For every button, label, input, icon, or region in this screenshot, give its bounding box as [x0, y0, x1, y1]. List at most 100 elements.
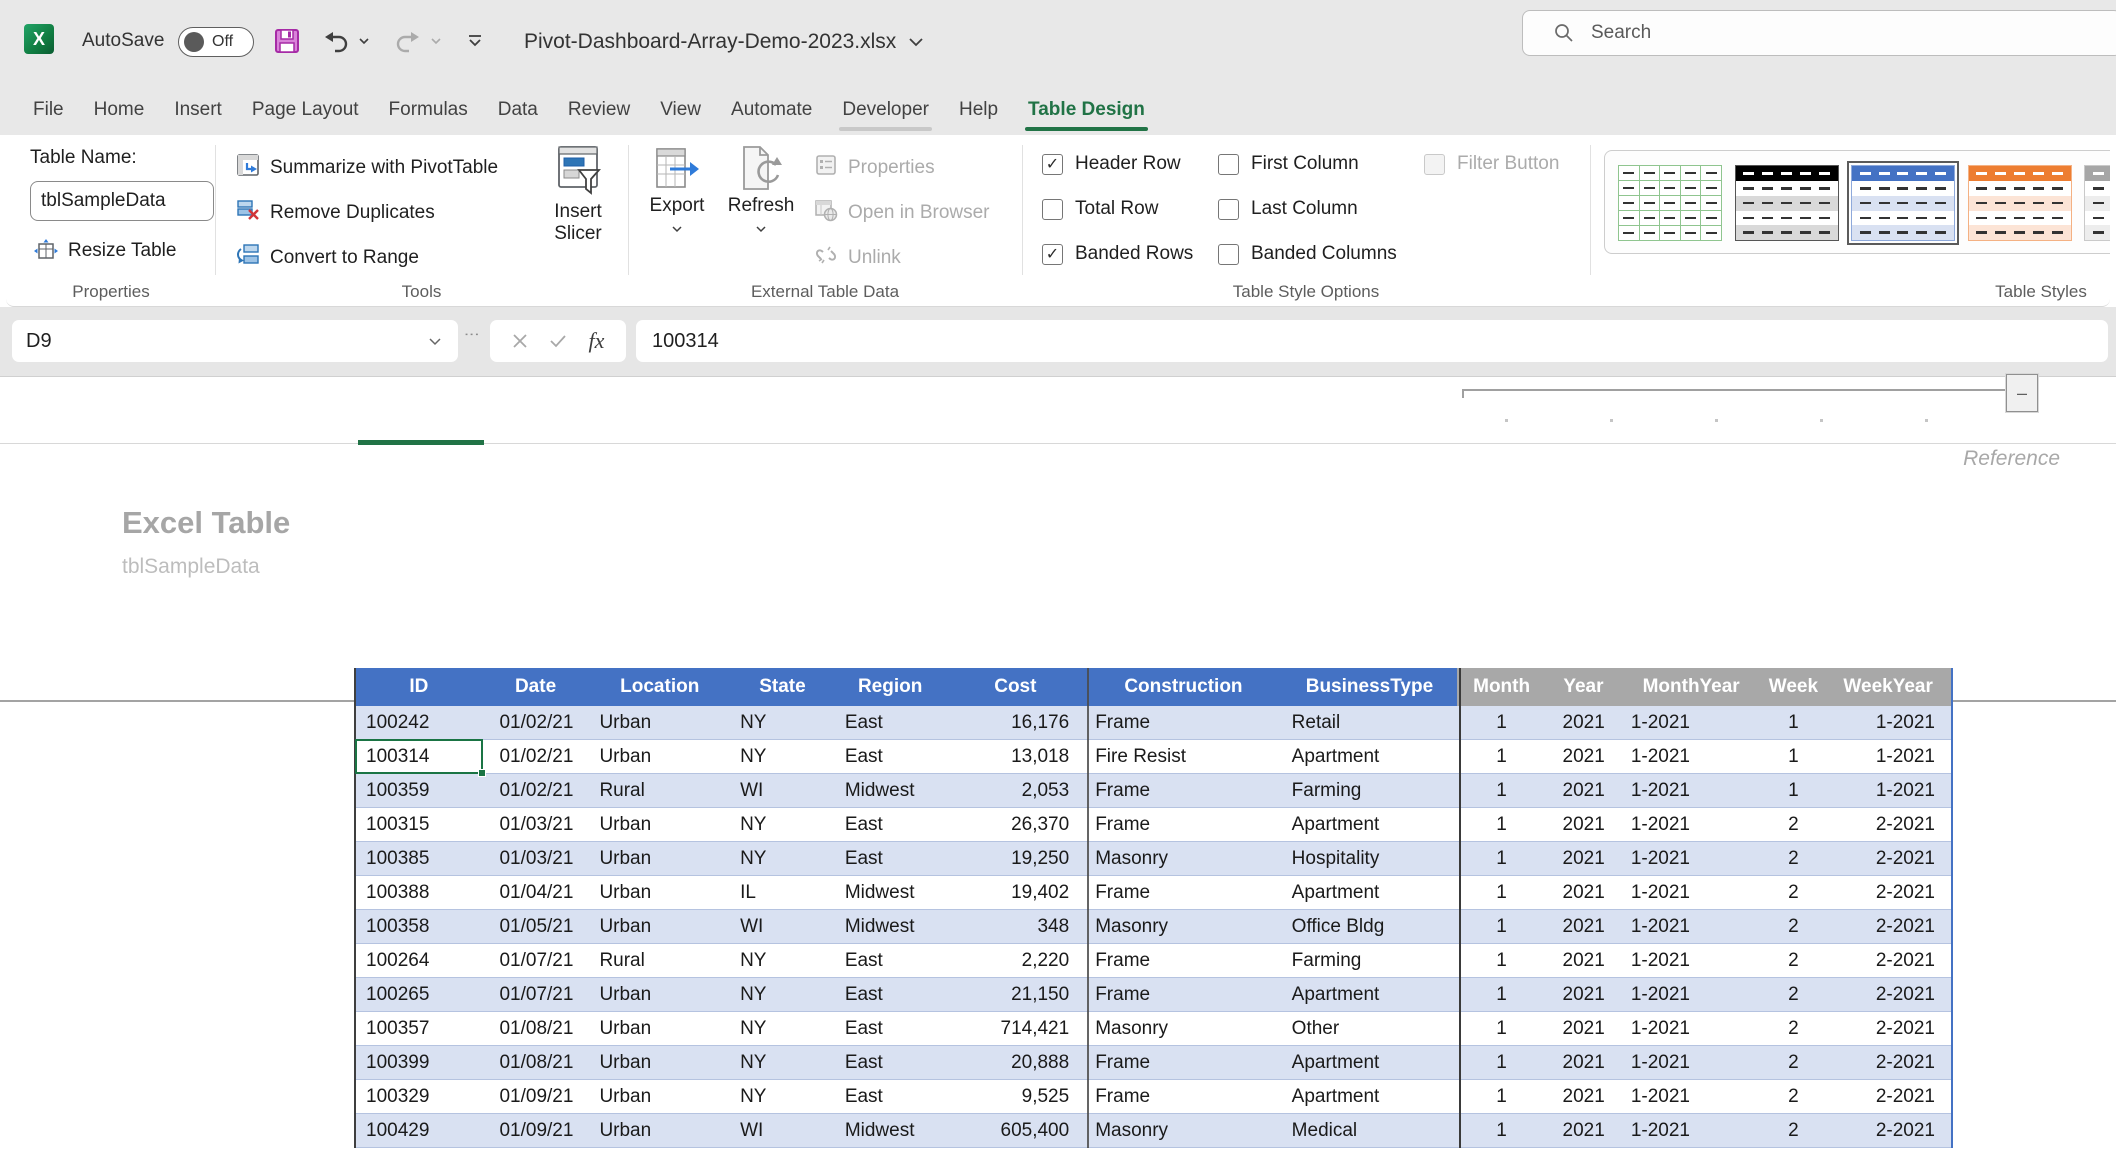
cell-cost[interactable]: 605,400	[946, 1114, 1086, 1147]
cell-monthyear[interactable]: 1-2021	[1621, 740, 1762, 773]
cell-date[interactable]: 01/09/21	[482, 1080, 590, 1113]
cell-location[interactable]: Urban	[589, 910, 730, 943]
cell-monthyear[interactable]: 1-2021	[1621, 978, 1762, 1011]
remove-duplicates-button[interactable]: Remove Duplicates	[236, 198, 435, 228]
cell-cost[interactable]: 714,421	[946, 1012, 1086, 1045]
cell-state[interactable]: NY	[730, 740, 835, 773]
cell-id[interactable]: 100429	[356, 1114, 482, 1147]
cell-construction[interactable]: Frame	[1085, 1080, 1281, 1113]
cell-construction[interactable]: Masonry	[1085, 1012, 1281, 1045]
tab-formulas[interactable]: Formulas	[374, 84, 483, 135]
cell-month[interactable]: 1	[1457, 706, 1546, 739]
formula-input[interactable]: 100314	[636, 320, 2108, 362]
search-input[interactable]	[1591, 22, 2071, 44]
cell-month[interactable]: 1	[1457, 842, 1546, 875]
cell-weekyear[interactable]: 1-2021	[1825, 706, 1951, 739]
cell-region[interactable]: East	[835, 740, 946, 773]
tab-insert[interactable]: Insert	[159, 84, 237, 135]
column-header-year[interactable]: Year	[1546, 668, 1621, 706]
cell-month[interactable]: 1	[1457, 910, 1546, 943]
cell-date[interactable]: 01/07/21	[482, 944, 590, 977]
cell-region[interactable]: East	[835, 1012, 946, 1045]
tab-table-design[interactable]: Table Design	[1013, 84, 1160, 135]
cell-date[interactable]: 01/04/21	[482, 876, 590, 909]
cell-businesstype[interactable]: Apartment	[1282, 876, 1458, 909]
cell-date[interactable]: 01/08/21	[482, 1046, 590, 1079]
table-style-light-green-grid[interactable]	[1618, 165, 1722, 241]
cell-id[interactable]: 100315	[356, 808, 482, 841]
cell-year[interactable]: 2021	[1546, 842, 1621, 875]
cell-week[interactable]: 2	[1761, 1046, 1825, 1079]
cell-region[interactable]: Midwest	[835, 774, 946, 807]
cell-cost[interactable]: 13,018	[946, 740, 1086, 773]
column-header-date[interactable]: Date	[481, 668, 590, 706]
insert-function-button[interactable]: fx	[589, 328, 605, 354]
cell-location[interactable]: Urban	[589, 1012, 730, 1045]
cell-month[interactable]: 1	[1457, 1080, 1546, 1113]
cell-construction[interactable]: Masonry	[1085, 842, 1281, 875]
cell-businesstype[interactable]: Farming	[1282, 774, 1458, 807]
cell-date[interactable]: 01/05/21	[482, 910, 590, 943]
document-title[interactable]: Pivot-Dashboard-Array-Demo-2023.xlsx	[524, 0, 924, 84]
cell-state[interactable]: NY	[730, 706, 835, 739]
cell-month[interactable]: 1	[1457, 978, 1546, 1011]
cell-month[interactable]: 1	[1457, 944, 1546, 977]
redo-button[interactable]	[388, 22, 426, 60]
cell-state[interactable]: NY	[730, 1080, 835, 1113]
cell-state[interactable]: NY	[730, 842, 835, 875]
cell-week[interactable]: 2	[1761, 842, 1825, 875]
cell-cost[interactable]: 16,176	[946, 706, 1086, 739]
cell-weekyear[interactable]: 2-2021	[1825, 1012, 1951, 1045]
cell-cost[interactable]: 19,402	[946, 876, 1086, 909]
cell-week[interactable]: 1	[1761, 706, 1825, 739]
cell-construction[interactable]: Frame	[1085, 876, 1281, 909]
cell-region[interactable]: Midwest	[835, 876, 946, 909]
cell-year[interactable]: 2021	[1546, 944, 1621, 977]
table-name-input[interactable]	[30, 181, 214, 221]
table-style-black-header[interactable]	[1734, 165, 1839, 241]
cell-date[interactable]: 01/03/21	[482, 842, 590, 875]
cell-week[interactable]: 2	[1761, 910, 1825, 943]
cell-id[interactable]: 100359	[356, 774, 482, 807]
undo-dropdown[interactable]	[352, 22, 376, 60]
cell-location[interactable]: Urban	[589, 1114, 730, 1147]
export-button[interactable]: Export	[636, 143, 718, 233]
cell-businesstype[interactable]: Hospitality	[1282, 842, 1458, 875]
cell-weekyear[interactable]: 2-2021	[1825, 944, 1951, 977]
table-style-orange-medium[interactable]	[1967, 165, 2072, 241]
column-header-monthyear[interactable]: MonthYear	[1620, 668, 1762, 706]
cell-id[interactable]: 100242	[356, 706, 482, 739]
cell-location[interactable]: Urban	[589, 706, 730, 739]
cell-businesstype[interactable]: Office Bldg	[1282, 910, 1458, 943]
cell-construction[interactable]: Fire Resist	[1085, 740, 1281, 773]
cell-year[interactable]: 2021	[1546, 1046, 1621, 1079]
cell-monthyear[interactable]: 1-2021	[1621, 944, 1762, 977]
tab-help[interactable]: Help	[944, 84, 1013, 135]
column-header-construction[interactable]: Construction	[1085, 668, 1282, 706]
cell-monthyear[interactable]: 1-2021	[1621, 1114, 1762, 1147]
cell-state[interactable]: IL	[730, 876, 835, 909]
cell-cost[interactable]: 9,525	[946, 1080, 1086, 1113]
cell-businesstype[interactable]: Apartment	[1282, 740, 1458, 773]
cell-monthyear[interactable]: 1-2021	[1621, 876, 1762, 909]
properties-button[interactable]: Properties	[814, 153, 935, 183]
column-header-location[interactable]: Location	[589, 668, 731, 706]
cell-week[interactable]: 2	[1761, 876, 1825, 909]
cell-year[interactable]: 2021	[1546, 1114, 1621, 1147]
tab-review[interactable]: Review	[553, 84, 645, 135]
cell-cost[interactable]: 2,053	[946, 774, 1086, 807]
column-header-region[interactable]: Region	[834, 668, 946, 706]
cell-state[interactable]: WI	[730, 1114, 835, 1147]
cell-construction[interactable]: Frame	[1085, 808, 1281, 841]
collapse-button[interactable]: –	[2006, 374, 2038, 412]
cell-month[interactable]: 1	[1457, 1046, 1546, 1079]
tab-file[interactable]: File	[18, 84, 79, 135]
cell-construction[interactable]: Frame	[1085, 706, 1281, 739]
cell-cost[interactable]: 19,250	[946, 842, 1086, 875]
cell-state[interactable]: NY	[730, 944, 835, 977]
cell-businesstype[interactable]: Apartment	[1282, 978, 1458, 1011]
cell-month[interactable]: 1	[1457, 774, 1546, 807]
open-in-browser-button[interactable]: Open in Browser	[814, 198, 990, 228]
cell-year[interactable]: 2021	[1546, 1012, 1621, 1045]
cell-year[interactable]: 2021	[1546, 774, 1621, 807]
